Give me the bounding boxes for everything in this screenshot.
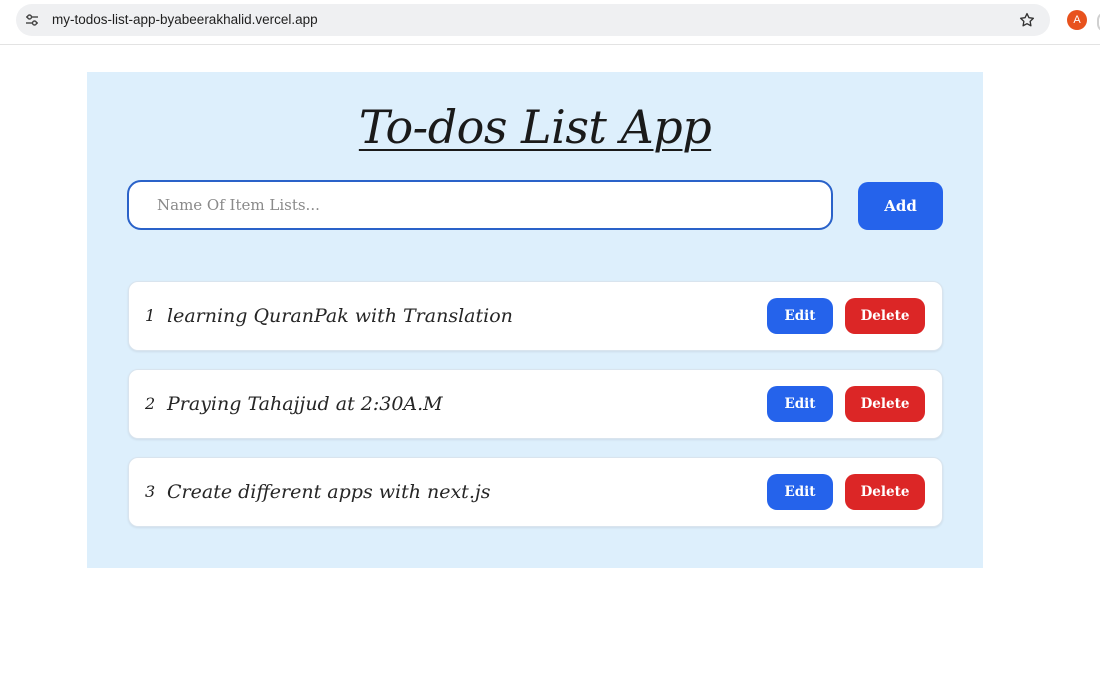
edit-button[interactable]: Edit <box>767 386 833 422</box>
todo-app-panel: To-dos List App Add 1 learning QuranPak … <box>87 72 983 568</box>
delete-button[interactable]: Delete <box>845 474 925 510</box>
delete-button[interactable]: Delete <box>845 386 925 422</box>
todo-text: learning QuranPak with Translation <box>167 305 513 327</box>
site-settings-icon[interactable] <box>25 13 39 27</box>
page-title: To-dos List App <box>358 100 712 154</box>
bookmark-star-icon[interactable] <box>1018 11 1036 29</box>
todo-item: 3 Create different apps with next.js Edi… <box>128 457 943 527</box>
todo-text: Create different apps with next.js <box>167 481 491 503</box>
url-text[interactable]: my-todos-list-app-byabeerakhalid.vercel.… <box>52 4 318 36</box>
todo-input[interactable] <box>127 180 833 230</box>
edit-button[interactable]: Edit <box>767 474 833 510</box>
todo-number: 2 <box>145 394 156 413</box>
browser-toolbar: my-todos-list-app-byabeerakhalid.vercel.… <box>0 0 1100 45</box>
address-bar[interactable]: my-todos-list-app-byabeerakhalid.vercel.… <box>16 4 1050 36</box>
todo-number: 1 <box>145 306 156 325</box>
todo-item: 2 Praying Tahajjud at 2:30A.M Edit Delet… <box>128 369 943 439</box>
delete-button[interactable]: Delete <box>845 298 925 334</box>
add-button[interactable]: Add <box>858 182 943 230</box>
todo-item: 1 learning QuranPak with Translation Edi… <box>128 281 943 351</box>
edit-button[interactable]: Edit <box>767 298 833 334</box>
profile-avatar[interactable]: A <box>1067 10 1087 30</box>
todo-text: Praying Tahajjud at 2:30A.M <box>167 393 443 415</box>
todo-number: 3 <box>145 482 156 501</box>
